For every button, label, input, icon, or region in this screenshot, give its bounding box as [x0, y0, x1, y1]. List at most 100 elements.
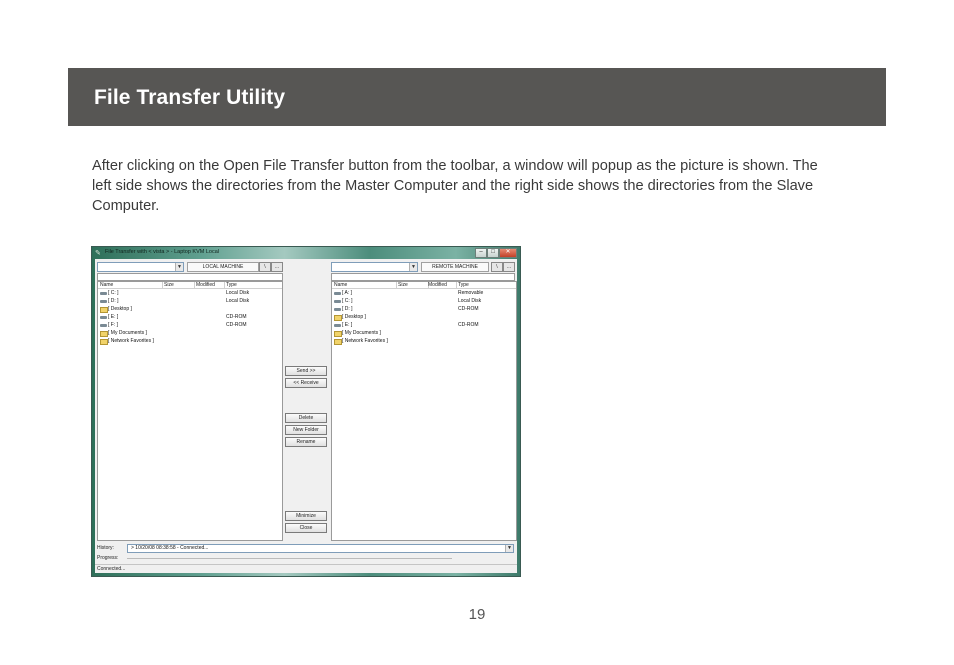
list-item[interactable]: [ E: ] CD-ROM [98, 314, 282, 321]
history-label: History: [97, 545, 114, 551]
window-minimize-button[interactable]: – [475, 248, 487, 258]
app-icon: ✎ [95, 250, 101, 257]
local-more-button[interactable]: ... [271, 262, 283, 272]
item-type: CD-ROM [458, 306, 479, 312]
item-name: [ My Documents ] [108, 330, 147, 336]
item-type: Local Disk [226, 290, 250, 296]
item-name: [ Desktop ] [342, 314, 366, 320]
new-folder-button[interactable]: New Folder [285, 425, 327, 435]
item-name: [ D: ] [108, 298, 119, 304]
remote-drive-select[interactable]: ▼ [331, 262, 418, 272]
column-type[interactable]: Type [458, 282, 514, 288]
column-name[interactable]: Name [334, 282, 397, 288]
minimize-button[interactable]: Minimize [285, 511, 327, 521]
history-select[interactable]: > 10/20/08 08:38:58 - Connected... ▼ [127, 544, 514, 553]
list-item[interactable]: [ E: ] CD-ROM [332, 322, 516, 329]
drive-icon [334, 292, 341, 295]
drive-icon [334, 324, 341, 327]
drive-icon [100, 300, 107, 303]
remote-more-button[interactable]: ... [503, 262, 515, 272]
intro-paragraph: After clicking on the Open File Transfer… [92, 158, 818, 214]
column-size[interactable]: Size [398, 282, 429, 288]
item-name: [ E: ] [342, 322, 353, 328]
drive-icon [100, 324, 107, 327]
item-name: [ A: ] [342, 290, 353, 296]
item-name: [ My Documents ] [342, 330, 381, 336]
local-list-header: Name Size Modified Type [98, 282, 282, 289]
status-bar: Connected... [95, 564, 517, 574]
chevron-down-icon[interactable]: ▼ [505, 545, 513, 552]
remote-machine-label: REMOTE MACHINE [421, 262, 489, 272]
drive-icon [100, 316, 107, 319]
close-button[interactable]: Close [285, 523, 327, 533]
item-name: [ Network Favorites ] [342, 338, 388, 344]
remote-path-field[interactable] [331, 273, 515, 281]
list-item[interactable]: [ Desktop ] [98, 306, 282, 313]
folder-icon [100, 307, 108, 313]
send-button[interactable]: Send >> [285, 366, 327, 376]
folder-icon [334, 339, 342, 345]
page-title: File Transfer Utility [94, 86, 286, 109]
item-type: Local Disk [226, 298, 250, 304]
local-machine-label: LOCAL MACHINE [187, 262, 259, 272]
remote-up-button[interactable]: \ [491, 262, 503, 272]
remote-file-list[interactable]: Name Size Modified Type [ A: ] Removable[… [331, 281, 517, 541]
item-name: [ C: ] [342, 298, 353, 304]
list-item[interactable]: [ Network Favorites ] [332, 338, 516, 345]
column-size[interactable]: Size [164, 282, 195, 288]
item-name: [ D: ] [342, 306, 353, 312]
history-value: > 10/20/08 08:38:58 - Connected... [131, 545, 209, 551]
progress-bar [127, 558, 452, 559]
item-name: [ Network Favorites ] [108, 338, 154, 344]
column-type[interactable]: Type [226, 282, 280, 288]
list-item[interactable]: [ D: ] Local Disk [98, 298, 282, 305]
local-file-list[interactable]: Name Size Modified Type [ C: ] Local Disk… [97, 281, 283, 541]
item-type: CD-ROM [226, 322, 247, 328]
folder-icon [334, 331, 342, 337]
window-close-button[interactable]: ✕ [499, 248, 517, 258]
item-name: [ Desktop ] [108, 306, 132, 312]
window-maximize-button[interactable]: □ [487, 248, 499, 258]
file-transfer-window: ✎ File Transfer with < vista > - Laptop … [92, 247, 520, 576]
list-item[interactable]: [ Network Favorites ] [98, 338, 282, 345]
rename-button[interactable]: Rename [285, 437, 327, 447]
item-name: [ C: ] [108, 290, 119, 296]
drive-icon [334, 308, 341, 311]
remote-list-header: Name Size Modified Type [332, 282, 516, 289]
list-item[interactable]: [ C: ] Local Disk [332, 298, 516, 305]
item-name: [ E: ] [108, 314, 119, 320]
drive-icon [334, 300, 341, 303]
folder-icon [100, 339, 108, 345]
drive-icon [100, 292, 107, 295]
local-drive-select[interactable]: ▼ [97, 262, 184, 272]
folder-icon [100, 331, 108, 337]
page-number: 19 [468, 606, 486, 623]
chevron-down-icon[interactable]: ▼ [409, 263, 417, 271]
column-name[interactable]: Name [100, 282, 163, 288]
list-item[interactable]: [ D: ] CD-ROM [332, 306, 516, 313]
window-title: File Transfer with < vista > - Laptop KV… [105, 249, 220, 255]
local-path-field[interactable] [97, 273, 283, 281]
list-item[interactable]: [ F: ] CD-ROM [98, 322, 282, 329]
receive-button[interactable]: << Receive [285, 378, 327, 388]
section-banner: File Transfer Utility [68, 68, 886, 126]
item-type: Local Disk [458, 298, 482, 304]
item-type: CD-ROM [458, 322, 479, 328]
list-item[interactable]: [ C: ] Local Disk [98, 290, 282, 297]
list-item[interactable]: [ My Documents ] [332, 330, 516, 337]
column-modified[interactable]: Modified [196, 282, 225, 288]
list-item[interactable]: [ Desktop ] [332, 314, 516, 321]
list-item[interactable]: [ My Documents ] [98, 330, 282, 337]
delete-button[interactable]: Delete [285, 413, 327, 423]
list-item[interactable]: [ A: ] Removable [332, 290, 516, 297]
local-up-button[interactable]: \ [259, 262, 271, 272]
item-name: [ F: ] [108, 322, 118, 328]
item-type: CD-ROM [226, 314, 247, 320]
folder-icon [334, 315, 342, 321]
window-titlebar[interactable]: ✎ File Transfer with < vista > - Laptop … [92, 247, 520, 259]
progress-label: Progress: [97, 555, 119, 561]
item-type: Removable [458, 290, 484, 296]
window-client: ▼ LOCAL MACHINE \ ... ▼ REMOTE MACHINE \… [95, 259, 517, 573]
column-modified[interactable]: Modified [428, 282, 457, 288]
chevron-down-icon[interactable]: ▼ [175, 263, 183, 271]
